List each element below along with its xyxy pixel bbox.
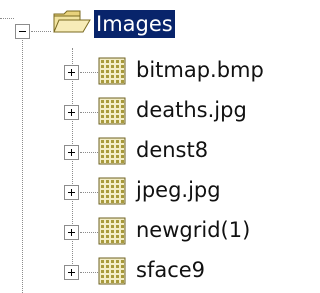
plus-icon-v	[71, 229, 72, 236]
tree-item[interactable]: sface9	[0, 248, 288, 288]
tree-line-item	[80, 72, 98, 73]
expand-toggle[interactable]	[64, 65, 79, 80]
grid-image-icon	[98, 257, 126, 285]
tree-item-label[interactable]: bitmap.bmp	[136, 56, 264, 84]
plus-icon-v	[71, 109, 72, 116]
expand-toggle[interactable]	[64, 185, 79, 200]
tree-root-row[interactable]: Images	[0, 0, 288, 40]
tree-item-label[interactable]: newgrid(1)	[136, 216, 250, 244]
tree-line-item	[80, 232, 98, 233]
tree-item[interactable]: deaths.jpg	[0, 88, 288, 128]
tree-item[interactable]: bitmap.bmp	[0, 48, 288, 88]
tree-item[interactable]: denst8	[0, 128, 288, 168]
plus-icon-v	[71, 149, 72, 156]
tree-item[interactable]: jpeg.jpg	[0, 168, 288, 208]
tree-line-root	[31, 31, 51, 32]
tree-item[interactable]: newgrid(1)	[0, 208, 288, 248]
expand-toggle[interactable]	[64, 105, 79, 120]
expand-toggle[interactable]	[64, 145, 79, 160]
tree-line-item	[80, 192, 98, 193]
grid-image-icon	[98, 137, 126, 165]
tree-line-item	[80, 272, 98, 273]
plus-icon-v	[71, 189, 72, 196]
minus-icon	[19, 31, 26, 32]
tree-view: Images bitmap.bmp deaths.jpg denst8 jpeg.jp…	[0, 0, 288, 293]
grid-image-icon	[98, 177, 126, 205]
tree-line-item	[80, 152, 98, 153]
tree-root-label[interactable]: Images	[94, 10, 175, 38]
grid-image-icon	[98, 57, 126, 85]
expand-toggle[interactable]	[64, 225, 79, 240]
collapse-toggle[interactable]	[15, 24, 30, 39]
plus-icon-v	[71, 69, 72, 76]
tree-line-item	[80, 112, 98, 113]
tree-item-label[interactable]: sface9	[136, 256, 205, 284]
open-folder-icon	[53, 10, 91, 33]
tree-item-label[interactable]: deaths.jpg	[136, 96, 247, 124]
expand-toggle[interactable]	[64, 265, 79, 280]
plus-icon-v	[71, 269, 72, 276]
tree-item-label[interactable]: jpeg.jpg	[136, 176, 221, 204]
tree-item-label[interactable]: denst8	[136, 136, 208, 164]
grid-image-icon	[98, 97, 126, 125]
grid-image-icon	[98, 217, 126, 245]
